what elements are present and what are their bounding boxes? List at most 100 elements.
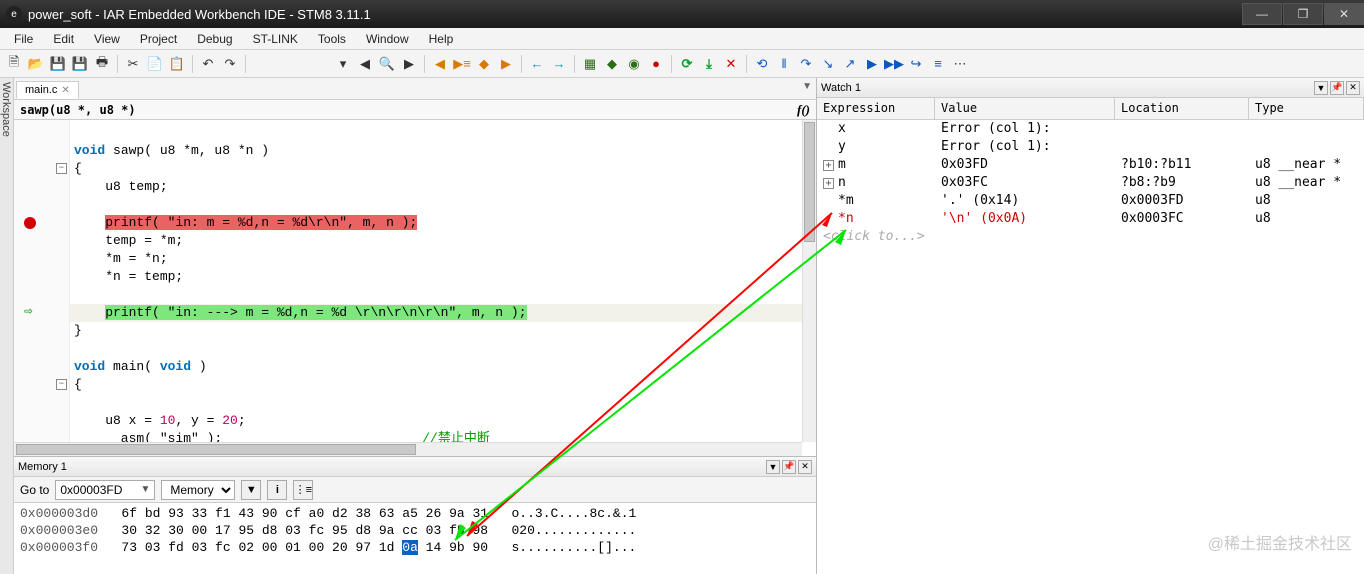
code-line[interactable] bbox=[70, 196, 802, 214]
panel-close-icon[interactable]: ✕ bbox=[1346, 81, 1360, 95]
dropdown-icon[interactable]: ▾ bbox=[333, 54, 353, 74]
watch-row[interactable]: +m0x03FD?b10:?b11u8 __near * bbox=[817, 156, 1364, 174]
cut-icon[interactable]: ✂ bbox=[123, 54, 143, 74]
watch-col-type[interactable]: Type bbox=[1249, 98, 1364, 119]
code-line[interactable]: *m = *n; bbox=[70, 250, 802, 268]
memory-config-icon[interactable]: ⋮≡ bbox=[293, 480, 313, 500]
menu-project[interactable]: Project bbox=[130, 30, 187, 48]
save-all-icon[interactable]: 💾 bbox=[70, 54, 90, 74]
memory-row[interactable]: 0x000003d0 6f bd 93 33 f1 43 90 cf a0 d2… bbox=[20, 505, 810, 522]
bookmark-prev-icon[interactable]: ◀ bbox=[430, 54, 450, 74]
menu-view[interactable]: View bbox=[84, 30, 130, 48]
step-next-icon[interactable]: ↪ bbox=[906, 54, 926, 74]
extra-icon[interactable]: ⋯ bbox=[950, 54, 970, 74]
memory-goto-input[interactable]: 0x00003FD▼ bbox=[55, 480, 155, 500]
step-into-icon[interactable]: ↘ bbox=[818, 54, 838, 74]
panel-close-icon[interactable]: ✕ bbox=[798, 460, 812, 474]
editor-vscrollbar[interactable] bbox=[802, 120, 816, 442]
breakpoint-icon[interactable] bbox=[24, 217, 36, 229]
save-icon[interactable]: 💾 bbox=[48, 54, 68, 74]
watch-add-placeholder[interactable]: <click to...> bbox=[817, 228, 935, 246]
window-minimize-button[interactable]: — bbox=[1242, 3, 1282, 25]
fold-icon[interactable]: − bbox=[56, 379, 67, 390]
undo-icon[interactable]: ↶ bbox=[198, 54, 218, 74]
code-line[interactable] bbox=[70, 124, 802, 142]
debug-go-icon[interactable]: ⟳ bbox=[677, 54, 697, 74]
tree-expand-icon[interactable]: + bbox=[823, 160, 834, 171]
panel-pin-icon[interactable]: 📌 bbox=[782, 460, 796, 474]
watch-col-expression[interactable]: Expression bbox=[817, 98, 935, 119]
fx-icon[interactable]: f() bbox=[797, 102, 810, 118]
code-line[interactable]: __asm( "sim" );//禁止中断 bbox=[70, 430, 802, 442]
code-area[interactable]: void sawp( u8 *m, u8 *n ){ u8 temp; prin… bbox=[70, 120, 802, 442]
reset-icon[interactable]: ⟲ bbox=[752, 54, 772, 74]
run-to-cursor-icon[interactable]: ▶ bbox=[862, 54, 882, 74]
nav-fwd-icon[interactable]: → bbox=[549, 54, 569, 74]
stop-build-icon[interactable]: ● bbox=[646, 54, 666, 74]
code-line[interactable] bbox=[70, 340, 802, 358]
autostep-icon[interactable]: ≡ bbox=[928, 54, 948, 74]
workspace-tab[interactable]: Workspace bbox=[0, 78, 14, 574]
print-icon[interactable]: 🖶 bbox=[92, 54, 112, 74]
window-maximize-button[interactable]: ❐ bbox=[1283, 3, 1323, 25]
code-line[interactable]: *n = temp; bbox=[70, 268, 802, 286]
watch-col-location[interactable]: Location bbox=[1115, 98, 1249, 119]
tab-main-c[interactable]: main.c ✕ bbox=[16, 81, 79, 99]
memory-row[interactable]: 0x000003e0 30 32 30 00 17 95 d8 03 fc 95… bbox=[20, 522, 810, 539]
tab-dropdown-icon[interactable]: ▼ bbox=[802, 81, 812, 92]
memory-space-select[interactable]: Memory bbox=[161, 480, 235, 500]
new-icon[interactable]: 🗎 bbox=[4, 54, 24, 74]
watch-row[interactable]: yError (col 1): Unkn... bbox=[817, 138, 1364, 156]
code-line[interactable]: } bbox=[70, 322, 802, 340]
step-out-icon[interactable]: ↗ bbox=[840, 54, 860, 74]
panel-pin-icon[interactable]: 📌 bbox=[1330, 81, 1344, 95]
watch-body[interactable]: xError (col 1): Unkn...yError (col 1): U… bbox=[817, 120, 1364, 574]
watch-col-value[interactable]: Value bbox=[935, 98, 1115, 119]
watch-row[interactable]: xError (col 1): Unkn... bbox=[817, 120, 1364, 138]
code-line[interactable]: void sawp( u8 *m, u8 *n ) bbox=[70, 142, 802, 160]
editor-gutter[interactable]: −⇨− bbox=[14, 120, 70, 442]
code-editor[interactable]: −⇨− void sawp( u8 *m, u8 *n ){ u8 temp; … bbox=[14, 120, 816, 456]
memory-view[interactable]: 0x000003d0 6f bd 93 33 f1 43 90 cf a0 d2… bbox=[14, 503, 816, 574]
make-icon[interactable]: ◆ bbox=[602, 54, 622, 74]
code-line[interactable]: temp = *m; bbox=[70, 232, 802, 250]
find-next-icon[interactable]: ▶ bbox=[399, 54, 419, 74]
close-icon[interactable]: ✕ bbox=[61, 85, 69, 96]
build-icon[interactable]: ◉ bbox=[624, 54, 644, 74]
memory-row[interactable]: 0x000003f0 73 03 fd 03 fc 02 00 01 00 20… bbox=[20, 539, 810, 556]
menu-tools[interactable]: Tools bbox=[308, 30, 356, 48]
fold-icon[interactable]: − bbox=[56, 163, 67, 174]
menu-debug[interactable]: Debug bbox=[187, 30, 242, 48]
menu-stlink[interactable]: ST-LINK bbox=[243, 30, 308, 48]
code-line[interactable]: void main( void ) bbox=[70, 358, 802, 376]
code-line[interactable]: printf( "in: ---> m = %d,n = %d \r\n\r\n… bbox=[70, 304, 802, 322]
debug-stop-icon[interactable]: ✕ bbox=[721, 54, 741, 74]
go-icon[interactable]: ▶▶ bbox=[884, 54, 904, 74]
watch-row[interactable]: *m'.' (0x14)0x0003FDu8 bbox=[817, 192, 1364, 210]
find-icon[interactable]: 🔍 bbox=[377, 54, 397, 74]
bookmark-next-icon[interactable]: ◆ bbox=[474, 54, 494, 74]
menu-edit[interactable]: Edit bbox=[43, 30, 84, 48]
window-close-button[interactable]: ✕ bbox=[1324, 3, 1364, 25]
tree-expand-icon[interactable]: + bbox=[823, 178, 834, 189]
nav-back-icon[interactable]: ← bbox=[527, 54, 547, 74]
copy-icon[interactable]: 📄 bbox=[145, 54, 165, 74]
code-line[interactable]: { bbox=[70, 376, 802, 394]
menu-file[interactable]: File bbox=[4, 30, 43, 48]
menu-window[interactable]: Window bbox=[356, 30, 419, 48]
watch-row[interactable]: +n0x03FC?b8:?b9u8 __near * bbox=[817, 174, 1364, 192]
redo-icon[interactable]: ↷ bbox=[220, 54, 240, 74]
break-icon[interactable]: ‖ bbox=[774, 54, 794, 74]
compile-icon[interactable]: ▦ bbox=[580, 54, 600, 74]
code-line[interactable]: u8 x = 10, y = 20; bbox=[70, 412, 802, 430]
paste-icon[interactable]: 📋 bbox=[167, 54, 187, 74]
bookmark-clear-icon[interactable]: ▶ bbox=[496, 54, 516, 74]
bookmark-icon[interactable]: ▶≡ bbox=[452, 54, 472, 74]
open-icon[interactable]: 📂 bbox=[26, 54, 46, 74]
watch-row[interactable]: *n'\n' (0x0A)0x0003FCu8 bbox=[817, 210, 1364, 228]
step-over-icon[interactable]: ↷ bbox=[796, 54, 816, 74]
panel-dropdown-icon[interactable]: ▼ bbox=[1314, 81, 1328, 95]
memory-refresh-icon[interactable]: i bbox=[267, 480, 287, 500]
editor-hscrollbar[interactable] bbox=[14, 442, 802, 456]
panel-dropdown-icon[interactable]: ▼ bbox=[766, 460, 780, 474]
